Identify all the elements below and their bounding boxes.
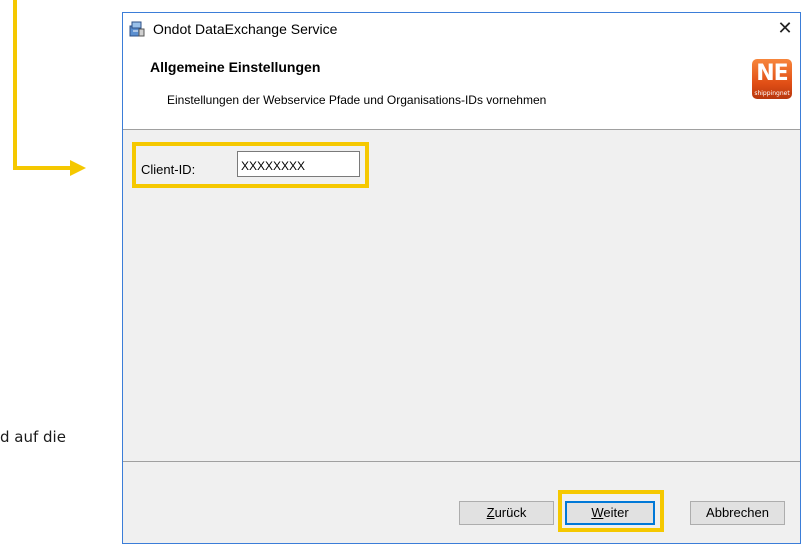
- footer-separator: [123, 461, 800, 462]
- page-title: Allgemeine Einstellungen: [150, 59, 321, 75]
- next-label-rest: eiter: [603, 505, 629, 520]
- installer-icon: [129, 21, 145, 37]
- logo-letters: NE: [756, 61, 788, 86]
- close-button[interactable]: ✕: [770, 13, 800, 45]
- highlight-arrow-stem: [13, 0, 17, 170]
- next-mnemonic: W: [591, 505, 604, 520]
- title-bar[interactable]: Ondot DataExchange Service ✕: [123, 13, 800, 45]
- back-mnemonic: Z: [486, 505, 495, 520]
- shippingnet-logo-icon: NE shippingnet: [752, 59, 792, 99]
- close-icon: ✕: [777, 18, 793, 39]
- client-id-label: Client-ID:: [141, 162, 196, 177]
- background-document-text: d auf die: [0, 428, 66, 446]
- header-banner: Allgemeine Einstellungen Einstellungen d…: [123, 45, 800, 130]
- cancel-button[interactable]: Abbrechen: [690, 501, 785, 525]
- back-label-rest: urück: [494, 505, 527, 520]
- client-id-input[interactable]: [237, 151, 360, 177]
- page-subtitle: Einstellungen der Webservice Pfade und O…: [167, 93, 547, 107]
- next-button[interactable]: Weiter: [565, 501, 655, 525]
- highlight-arrow-shaft: [13, 166, 73, 170]
- installer-dialog: Ondot DataExchange Service ✕ Allgemeine …: [122, 12, 801, 544]
- highlight-arrow-head: [70, 160, 86, 176]
- window-title: Ondot DataExchange Service: [153, 21, 338, 37]
- logo-subtext: shippingnet: [754, 90, 790, 97]
- back-button[interactable]: Zurück: [459, 501, 554, 525]
